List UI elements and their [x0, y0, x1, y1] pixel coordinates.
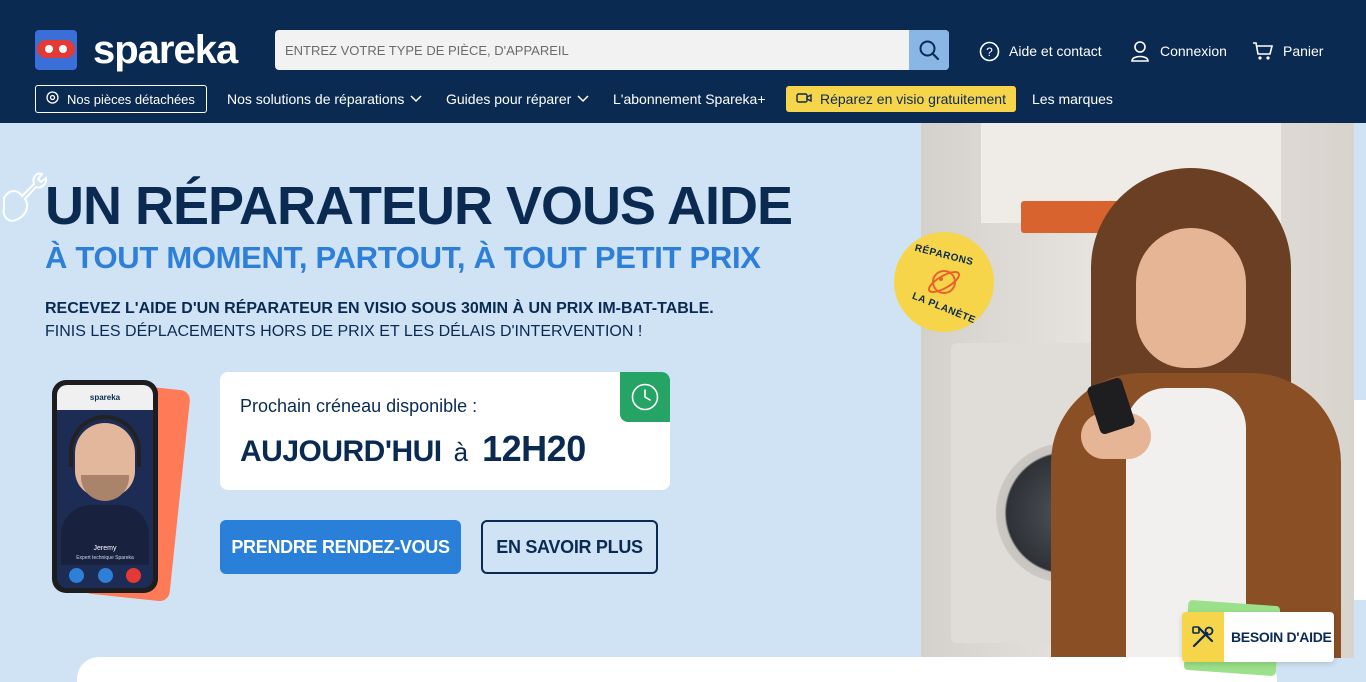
next-slot-card: Prochain créneau disponible : AUJOURD'HU… [220, 372, 670, 490]
brand-name: spareka [93, 28, 238, 72]
repair-planet-badge: RÉPARONS LA PLANÈTE [894, 232, 994, 332]
expert-name: Jeremy [93, 545, 117, 552]
next-slot-day: AUJOURD'HUI [240, 435, 442, 468]
video-camera-icon [796, 91, 812, 107]
clock-badge [620, 372, 670, 422]
chevron-down-icon [410, 95, 422, 103]
video-call-phone-illustration: spareka Jeremy Expert technique Spareka [50, 378, 191, 603]
nav-visio-button[interactable]: Réparez en visio gratuitement [786, 86, 1016, 112]
phone-frame: spareka Jeremy Expert technique Spareka [52, 380, 158, 593]
user-icon [1129, 40, 1151, 62]
cart-label: Panier [1283, 43, 1324, 59]
nav-guides-label: Guides pour réparer [446, 91, 572, 107]
side-panel-edge [1354, 400, 1366, 600]
nav-subscription[interactable]: L'abonnement Spareka+ [613, 85, 766, 113]
hero-line-2: FINIS LES DÉPLACEMENTS HORS DE PRIX ET L… [45, 323, 643, 340]
login-link[interactable]: Connexion [1129, 40, 1227, 62]
call-controls [69, 568, 141, 583]
hang-up-icon [126, 568, 141, 583]
help-contact-link[interactable]: ? Aide et contact [978, 40, 1102, 62]
camera-icon [97, 568, 113, 583]
expert-beard [81, 475, 129, 501]
headset-icon [69, 415, 141, 467]
search-bar [275, 30, 949, 70]
hero-title: UN RÉPARATEUR VOUS AIDE [45, 176, 793, 236]
help-circle-icon: ? [978, 40, 1000, 62]
tools-icon [1182, 612, 1224, 662]
clock-icon [631, 383, 659, 411]
logo-mark-icon [35, 30, 77, 70]
nav-pieces-label: Nos pièces détachées [67, 91, 195, 107]
photo-woman-face [1136, 228, 1246, 368]
hero-subtitle: À TOUT MOMENT, PARTOUT, À TOUT PETIT PRI… [45, 240, 761, 275]
phone-app-name: spareka [57, 385, 153, 410]
nav-pieces-button[interactable]: Nos pièces détachées [35, 85, 207, 113]
search-input[interactable] [275, 30, 909, 70]
next-slot-value: AUJOURD'HUI à 12H20 [240, 428, 586, 470]
phone-screen: spareka Jeremy Expert technique Spareka [57, 385, 153, 588]
help-widget[interactable]: BESOIN D'AIDE [1182, 612, 1334, 662]
cart-link[interactable]: Panier [1252, 40, 1323, 62]
book-appointment-button[interactable]: PRENDRE RENDEZ-VOUS [220, 520, 461, 574]
svg-text:?: ? [986, 45, 993, 59]
next-slot-label: Prochain créneau disponible : [240, 396, 478, 416]
site-header: spareka ? Aide et contact Connexion Pani… [0, 0, 1366, 123]
nav-solutions-label: Nos solutions de réparations [227, 91, 405, 107]
help-widget-label: BESOIN D'AIDE [1231, 629, 1332, 645]
target-icon [46, 91, 59, 107]
chevron-down-icon [577, 95, 589, 103]
nav-visio-label: Réparez en visio gratuitement [820, 91, 1006, 107]
login-label: Connexion [1160, 43, 1227, 59]
hero-line-1: RECEVEZ L'AIDE D'UN RÉPARATEUR EN VISIO … [45, 300, 714, 317]
nav-guides[interactable]: Guides pour réparer [446, 85, 589, 113]
search-icon [919, 40, 940, 61]
expert-role: Expert technique Spareka [76, 555, 134, 561]
next-slot-time: 12H20 [482, 428, 586, 469]
nav-brands-label: Les marques [1032, 91, 1113, 107]
microphone-icon [69, 568, 84, 583]
content-card-top [77, 657, 1277, 682]
brand-logo[interactable]: spareka [35, 28, 238, 72]
planet-icon [927, 270, 961, 294]
help-contact-label: Aide et contact [1009, 43, 1102, 59]
search-button[interactable] [909, 30, 949, 70]
main-nav: Nos pièces détachées Nos solutions de ré… [0, 85, 1366, 113]
hero-photo [921, 123, 1354, 658]
nav-brands[interactable]: Les marques [1032, 85, 1113, 113]
nav-solutions[interactable]: Nos solutions de réparations [227, 85, 422, 113]
hero-section: UN RÉPARATEUR VOUS AIDE À TOUT MOMENT, P… [0, 123, 921, 682]
nav-subscription-label: L'abonnement Spareka+ [613, 91, 766, 107]
cart-icon [1252, 40, 1274, 62]
learn-more-button[interactable]: EN SAVOIR PLUS [481, 520, 658, 574]
next-slot-connector: à [453, 437, 469, 467]
wrench-hand-icon [2, 172, 48, 222]
